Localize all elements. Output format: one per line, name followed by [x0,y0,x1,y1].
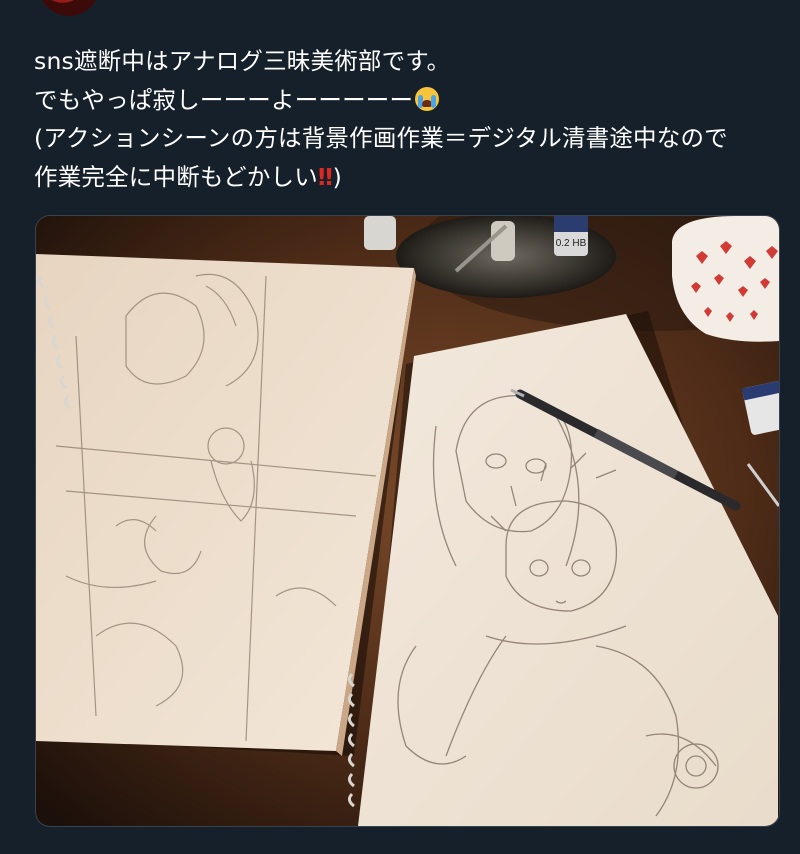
tweet-line-4: 作業完全に中断もどかしい‼) [34,162,343,191]
tweet-photo[interactable]: 0.2 HB [35,215,780,827]
tweet-line-3: (アクションシーンの方は背景作画作業＝デジタル清書途中なので [34,124,728,152]
svg-text:0.2 HB: 0.2 HB [556,238,587,249]
double-exclamation-icon: ‼ [317,162,333,191]
tweet-line-1: sns遮断中はアナログ三昧美術部です。 [34,47,451,75]
tweet-text: sns遮断中はアナログ三昧美術部です。 でもやっぱ寂しーーーよーーーーー (アク… [34,42,774,196]
pencil-lead-case: 0.2 HB [554,216,588,256]
loudly-crying-face-icon [415,86,440,111]
photo-of-pencil-sketches: 0.2 HB [36,216,779,826]
avatar[interactable] [38,0,100,16]
tweet: sns遮断中はアナログ三昧美術部です。 でもやっぱ寂しーーーよーーーーー (アク… [0,0,800,854]
glue-bottle [364,216,396,250]
tweet-line-2: でもやっぱ寂しーーーよーーーーー [34,81,774,120]
